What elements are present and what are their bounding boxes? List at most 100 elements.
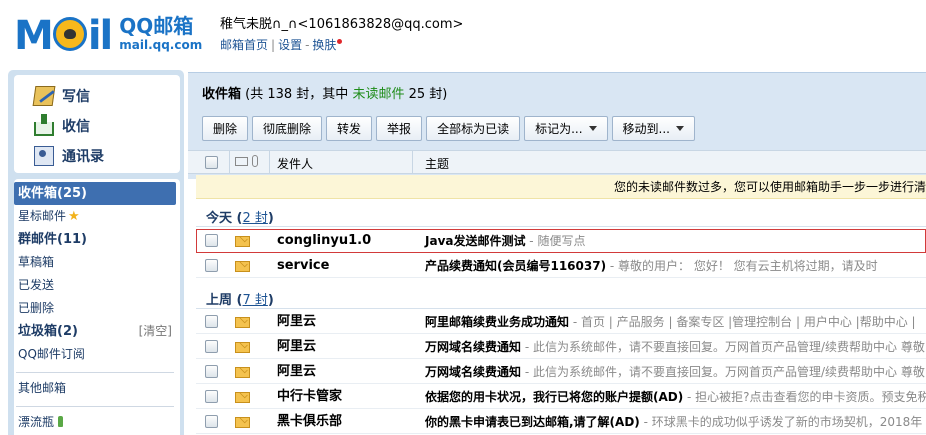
mail-preview: - 随便写点 xyxy=(525,234,586,248)
logo-brand: QQ邮箱 xyxy=(119,14,194,38)
mail-preview: - 尊敬的用户： 您好！ 您有云主机将过期，请及时 xyxy=(606,259,878,273)
write-icon xyxy=(32,86,56,106)
caret-down-icon xyxy=(588,126,597,131)
empty-spam-link[interactable]: [清空] xyxy=(139,320,172,343)
inbox-title: 收件箱 (共 138 封，其中 未读邮件 25 封) xyxy=(202,85,926,105)
inbox-panel: 收件箱 (共 138 封，其中 未读邮件 25 封) 删除 彻底删除 转发 举报… xyxy=(188,72,926,435)
row-checkbox[interactable] xyxy=(205,390,218,403)
contacts-button[interactable]: 通讯录 xyxy=(34,141,180,171)
sender-column-header[interactable]: 发件人 xyxy=(277,155,313,172)
folder-sent[interactable]: 已发送 xyxy=(14,274,176,297)
settings-link[interactable]: 设置 xyxy=(278,38,302,52)
logo-text: QQ邮箱 mail.qq.com xyxy=(119,10,202,56)
mail-sender: 黑卡俱乐部 xyxy=(277,414,343,429)
mail-row[interactable]: 阿里云 阿里邮箱续费业务成功通知 - 首页 | 产品服务 | 备案专区 |管理控… xyxy=(196,310,926,334)
qq-mail-logo[interactable]: Mil QQ邮箱 mail.qq.com xyxy=(14,10,202,56)
folder-group-mail[interactable]: 群邮件(11) xyxy=(14,228,176,251)
unread-envelope-icon xyxy=(235,392,250,403)
receive-label: 收信 xyxy=(62,119,90,135)
unread-notice: 您的未读邮件数过多，您可以使用邮箱助手一步一步进行清 xyxy=(196,175,926,199)
folder-label: 垃圾箱(2) xyxy=(18,324,78,339)
mail-subject-text: 产品续费通知(会员编号116037) xyxy=(425,259,607,273)
move-to-dropdown[interactable]: 移动到... xyxy=(611,116,695,141)
mail-sender: 阿里云 xyxy=(277,339,317,354)
user-identity: 稚气未脱∩_∩<1061863828@qq.com> xyxy=(220,17,464,32)
folder-label: 已删除 xyxy=(18,301,55,315)
mark-as-dropdown[interactable]: 标记为... xyxy=(524,116,608,141)
unread-envelope-icon xyxy=(235,317,250,328)
row-checkbox[interactable] xyxy=(205,315,218,328)
separator: - xyxy=(305,38,310,52)
folder-drafts[interactable]: 草稿箱 xyxy=(14,251,176,274)
inbox-title-suffix: 25 封) xyxy=(404,87,448,102)
inbox-title-name: 收件箱 xyxy=(202,87,242,102)
group-label-last-week: 上周 (7 封) xyxy=(206,293,274,308)
folder-other-mailboxes[interactable]: 其他邮箱 xyxy=(14,377,176,400)
user-block: 稚气未脱∩_∩<1061863828@qq.com> 邮箱首页 | 设置 - 换肤 xyxy=(220,16,463,54)
mail-subject: 依据您的用卡状况，我行已将您的账户提额(AD) - 担心被拒?点击查看您的申卡资… xyxy=(425,385,926,408)
mail-sender: 阿里云 xyxy=(277,314,317,329)
folder-inbox[interactable]: 收件箱(25) xyxy=(14,182,176,205)
select-all-checkbox[interactable] xyxy=(205,156,218,169)
group-count-link[interactable]: 2 封 xyxy=(242,211,267,226)
mail-subject: 你的黑卡申请表已到达邮箱,请了解(AD) - 环球黑卡的成功似乎诱发了新的市场契… xyxy=(425,410,922,433)
mail-row[interactable]: 黑卡俱乐部 你的黑卡申请表已到达邮箱,请了解(AD) - 环球黑卡的成功似乎诱发… xyxy=(196,410,926,434)
group-title: 上周 xyxy=(206,293,233,308)
mailbox-home-link[interactable]: 邮箱首页 xyxy=(220,38,268,52)
folder-list: 收件箱(25) 星标邮件 ★ 群邮件(11) 草稿箱 已发送 已删除 垃圾箱(2)… xyxy=(14,179,180,435)
mail-subject: 阿里邮箱续费业务成功通知 - 首页 | 产品服务 | 备案专区 |管理控制台 |… xyxy=(425,310,916,333)
row-checkbox[interactable] xyxy=(205,340,218,353)
row-checkbox[interactable] xyxy=(205,259,218,272)
mail-sender: 阿里云 xyxy=(277,364,317,379)
mail-row[interactable]: 阿里云 万网域名续费通知 - 此信为系统邮件，请不要直接回复。万网首页产品管理/… xyxy=(196,335,926,359)
divider xyxy=(269,151,270,173)
mail-preview: - 此信为系统邮件，请不要直接回复。万网首页产品管理/续费帮助中心 尊敬 xyxy=(521,340,925,354)
mail-row[interactable]: 阿里云 万网域名续费通知 - 此信为系统邮件，请不要直接回复。万网首页产品管理/… xyxy=(196,360,926,384)
folder-drift-bottle[interactable]: 漂流瓶 xyxy=(14,411,176,434)
mail-row[interactable]: conglinyu1.0 Java发送邮件测试 - 随便写点 xyxy=(196,229,926,253)
folder-deleted[interactable]: 已删除 xyxy=(14,297,176,320)
unread-envelope-icon xyxy=(235,261,250,272)
mail-preview: - 此信为系统邮件，请不要直接回复。万网首页产品管理/续费帮助中心 尊敬 xyxy=(521,365,925,379)
caret-down-icon xyxy=(675,126,684,131)
group-count-link[interactable]: 7 封 xyxy=(242,293,267,308)
forward-button[interactable]: 转发 xyxy=(326,116,373,141)
logo-word: Mil xyxy=(14,13,113,59)
divider xyxy=(196,308,926,309)
mail-row[interactable]: service 产品续费通知(会员编号116037) - 尊敬的用户： 您好！ … xyxy=(196,254,926,278)
write-button[interactable]: 写信 xyxy=(32,81,180,111)
mail-subject-text: 阿里邮箱续费业务成功通知 xyxy=(425,315,570,329)
divider xyxy=(229,151,230,173)
row-checkbox[interactable] xyxy=(205,365,218,378)
folder-starred[interactable]: 星标邮件 ★ xyxy=(14,205,176,228)
mail-row[interactable]: 中行卡管家 依据您的用卡状况，我行已将您的账户提额(AD) - 担心被拒?点击查… xyxy=(196,385,926,409)
subject-column-header[interactable]: 主题 xyxy=(425,155,449,172)
bottle-icon xyxy=(58,416,64,427)
receive-button[interactable]: 收信 xyxy=(34,111,180,141)
toolbar: 删除 彻底删除 转发 举报 全部标为已读 标记为... 移动到... xyxy=(202,116,926,142)
divider xyxy=(16,372,174,373)
row-checkbox[interactable] xyxy=(205,234,218,247)
mail-sender: service xyxy=(277,258,330,273)
receive-icon xyxy=(34,114,54,136)
purge-button[interactable]: 彻底删除 xyxy=(252,116,323,141)
folder-subscriptions[interactable]: QQ邮件订阅 xyxy=(14,343,176,366)
mark-all-read-button[interactable]: 全部标为已读 xyxy=(426,116,521,141)
user-links: 邮箱首页 | 设置 - 换肤 xyxy=(220,36,463,54)
mark-as-label: 标记为... xyxy=(535,122,583,136)
folder-spam[interactable]: 垃圾箱(2) [清空] xyxy=(14,320,176,343)
delete-button[interactable]: 删除 xyxy=(202,116,249,141)
mail-subject: Java发送邮件测试 - 随便写点 xyxy=(425,229,586,252)
logo-o-icon xyxy=(52,17,87,51)
unread-link[interactable]: 未读邮件 xyxy=(352,87,404,102)
mail-subject-text: 万网域名续费通知 xyxy=(425,340,522,354)
mail-sender: conglinyu1.0 xyxy=(277,233,372,248)
mail-preview: - 首页 | 产品服务 | 备案专区 |管理控制台 | 用户中心 |帮助中心 | xyxy=(569,315,916,329)
group-title: 今天 xyxy=(206,211,233,226)
skin-link[interactable]: 换肤 xyxy=(312,38,336,52)
report-button[interactable]: 举报 xyxy=(376,116,423,141)
row-checkbox[interactable] xyxy=(205,415,218,428)
mail-subject-text: 万网域名续费通知 xyxy=(425,365,522,379)
sidebar: 写信 收信 通讯录 收件箱(25) 星标邮件 ★ 群邮件(11) 草稿箱 已发送 … xyxy=(8,70,184,435)
unread-envelope-icon xyxy=(235,367,250,378)
